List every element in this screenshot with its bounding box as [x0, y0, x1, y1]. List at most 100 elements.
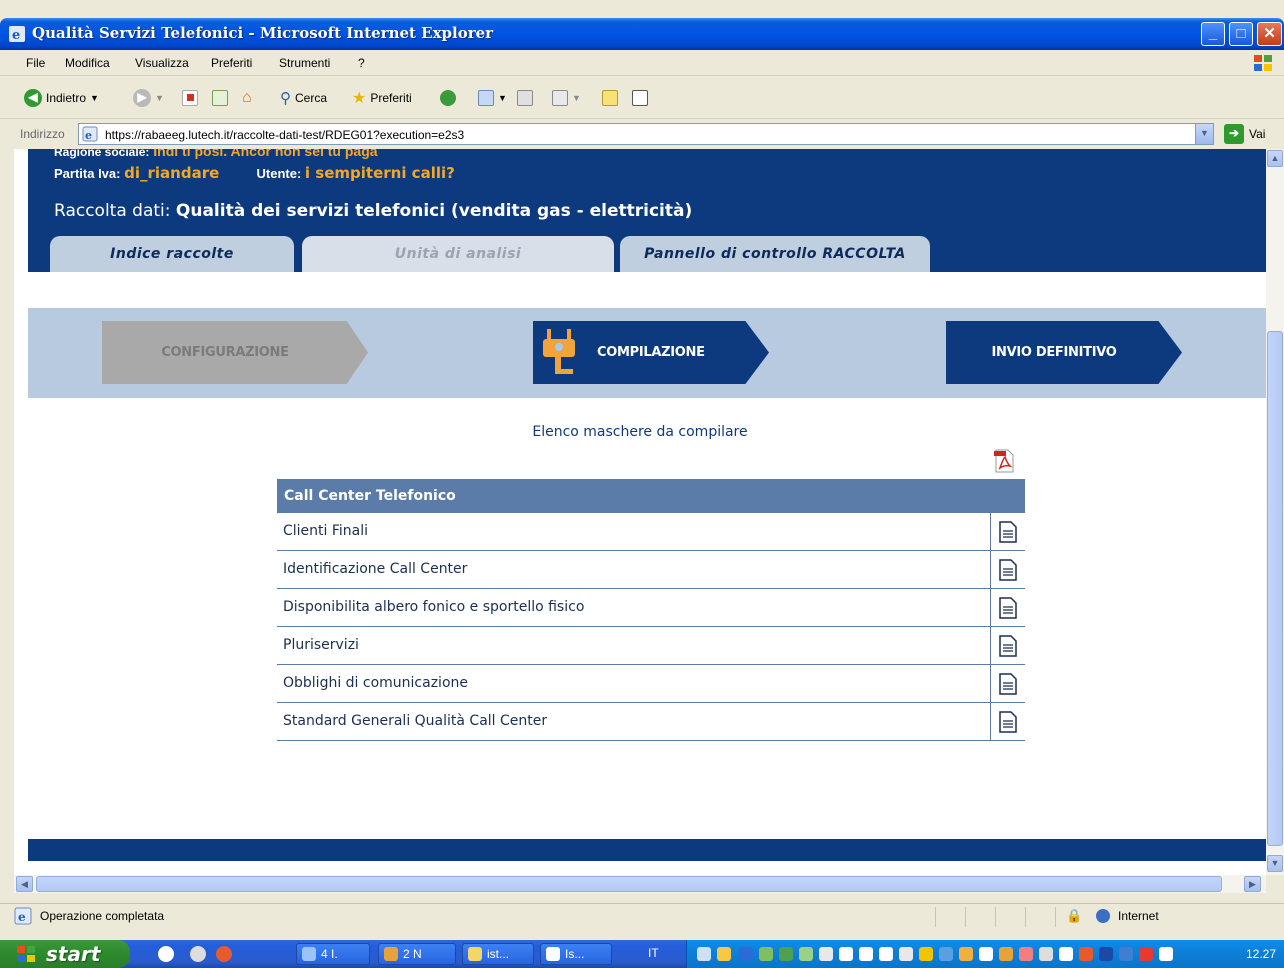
document-icon[interactable] — [997, 672, 1019, 696]
scroll-down-icon[interactable]: ▼ — [1267, 855, 1283, 872]
address-label: Indirizzo — [20, 127, 65, 141]
tray-icon[interactable] — [839, 947, 853, 961]
horizontal-scroll-thumb[interactable] — [36, 876, 1222, 892]
start-button[interactable]: start — [0, 940, 130, 968]
menu-modifica[interactable]: Modifica — [65, 56, 110, 70]
taskbar: start 4 I. 2 N ist... Is... IT 12.27 — [0, 940, 1284, 968]
tray-icon[interactable] — [959, 947, 973, 961]
close-button[interactable]: ✕ — [1257, 22, 1282, 46]
tray-icon[interactable] — [779, 947, 793, 961]
horizontal-scrollbar[interactable]: ◀ ▶ — [14, 875, 1266, 893]
status-bar: e Operazione completata 🔒 Internet — [0, 903, 1284, 928]
back-dropdown-icon: ▼ — [90, 93, 99, 103]
tray-icon[interactable] — [979, 947, 993, 961]
tray-icon[interactable] — [1079, 947, 1093, 961]
word-task-icon — [546, 947, 560, 961]
document-icon[interactable] — [997, 520, 1019, 544]
maximize-button[interactable]: □ — [1229, 22, 1253, 46]
stop-button[interactable] — [182, 87, 198, 109]
stop-icon — [182, 90, 198, 106]
scroll-left-icon[interactable]: ◀ — [16, 876, 33, 892]
step-compilazione[interactable]: COMPILAZIONE — [533, 321, 769, 384]
taskbar-item[interactable]: Is... — [540, 943, 612, 965]
history-button[interactable] — [440, 87, 456, 109]
tab-indice-raccolte[interactable]: Indice raccolte — [50, 236, 294, 272]
tray-icon[interactable] — [1059, 947, 1073, 961]
row-label[interactable]: Clienti Finali — [283, 523, 368, 539]
tray-icon[interactable] — [1099, 947, 1113, 961]
tray-icon[interactable] — [1039, 947, 1053, 961]
bluetooth-icon[interactable] — [739, 947, 753, 961]
forward-button[interactable]: ▶ ▼ — [133, 87, 164, 109]
messenger-button[interactable] — [632, 87, 648, 109]
tray-icon[interactable] — [899, 947, 913, 961]
title-bar: e Qualità Servizi Telefonici - Microsoft… — [0, 18, 1284, 50]
address-dropdown-icon[interactable]: ▼ — [1195, 124, 1213, 144]
tray-icon[interactable] — [1019, 947, 1033, 961]
document-icon[interactable] — [997, 634, 1019, 658]
edit-button[interactable]: ▼ — [552, 87, 581, 109]
document-icon[interactable] — [997, 596, 1019, 620]
ie-icon: e — [9, 26, 25, 43]
tray-icon[interactable] — [799, 947, 813, 961]
globe-icon — [1096, 909, 1110, 923]
table-row: Standard Generali Qualità Call Center — [277, 703, 1025, 741]
row-label[interactable]: Identificazione Call Center — [283, 561, 467, 577]
tray-icon[interactable] — [1139, 947, 1153, 961]
home-button[interactable]: ⌂ — [242, 87, 252, 109]
step-invio-definitivo[interactable]: INVIO DEFINITIVO — [946, 321, 1182, 384]
menu-strumenti[interactable]: Strumenti — [279, 56, 330, 70]
tab-pannello-controllo[interactable]: Pannello di controllo RACCOLTA — [620, 236, 930, 272]
quicklaunch-icon[interactable] — [216, 946, 232, 962]
scroll-up-icon[interactable]: ▲ — [1267, 150, 1283, 167]
step-configurazione: CONFIGURAZIONE — [102, 321, 368, 384]
document-icon[interactable] — [997, 710, 1019, 734]
utente-value: i sempiterni calli? — [304, 164, 455, 182]
row-label[interactable]: Disponibilita albero fonico e sportello … — [283, 599, 584, 615]
tray-icon[interactable] — [879, 947, 893, 961]
taskbar-item[interactable]: 2 N — [378, 943, 456, 965]
favorites-button[interactable]: ★ Preferiti — [352, 87, 412, 109]
menu-preferiti[interactable]: Preferiti — [211, 56, 252, 70]
refresh-button[interactable] — [212, 87, 228, 109]
tray-icon[interactable] — [999, 947, 1013, 961]
address-bar: Indirizzo e https://rabaeeg.lutech.it/ra… — [0, 120, 1284, 148]
notes-button[interactable] — [602, 87, 618, 109]
mail-button[interactable]: ▼ — [478, 87, 507, 109]
quicklaunch-icon[interactable] — [190, 946, 206, 962]
mail-dropdown-icon: ▼ — [498, 93, 507, 103]
tray-icon[interactable] — [1119, 947, 1133, 961]
tray-icon[interactable] — [697, 947, 711, 961]
ragione-sociale-value: Indi ti posi. Ancor non sei tu paga — [153, 149, 378, 159]
menu-help[interactable]: ? — [358, 56, 365, 70]
vertical-scrollbar[interactable]: ▲ ▼ — [1266, 149, 1284, 875]
tray-icon[interactable] — [1159, 947, 1173, 961]
language-indicator[interactable]: IT — [648, 946, 659, 960]
print-button[interactable] — [517, 87, 533, 109]
vertical-scroll-thumb[interactable] — [1267, 331, 1283, 846]
document-icon[interactable] — [997, 558, 1019, 582]
tray-icon[interactable] — [819, 947, 833, 961]
tray-icon[interactable] — [939, 947, 953, 961]
folder-task-icon — [468, 947, 482, 961]
search-button[interactable]: ⚲ Cerca — [280, 87, 327, 109]
menu-file[interactable]: File — [26, 56, 45, 70]
menu-visualizza[interactable]: Visualizza — [135, 56, 189, 70]
scroll-right-icon[interactable]: ▶ — [1244, 876, 1261, 892]
table-row: Pluriservizi — [277, 627, 1025, 665]
row-label[interactable]: Standard Generali Qualità Call Center — [283, 713, 547, 729]
tray-icon[interactable] — [717, 947, 731, 961]
go-button[interactable]: ➔ Vai — [1224, 124, 1265, 144]
minimize-button[interactable]: _ — [1201, 22, 1225, 46]
tray-icon[interactable] — [759, 947, 773, 961]
back-button[interactable]: ◀ Indietro ▼ — [24, 87, 99, 109]
tray-icon[interactable] — [919, 947, 933, 961]
quicklaunch-icon[interactable] — [158, 946, 174, 962]
tray-icon[interactable] — [859, 947, 873, 961]
taskbar-item[interactable]: 4 I. — [296, 943, 370, 965]
address-input[interactable]: e https://rabaeeg.lutech.it/raccolte-dat… — [78, 123, 1214, 145]
row-label[interactable]: Obblighi di comunicazione — [283, 675, 468, 691]
pdf-icon[interactable] — [991, 448, 1017, 474]
taskbar-item[interactable]: ist... — [462, 943, 534, 965]
row-label[interactable]: Pluriservizi — [283, 637, 359, 653]
